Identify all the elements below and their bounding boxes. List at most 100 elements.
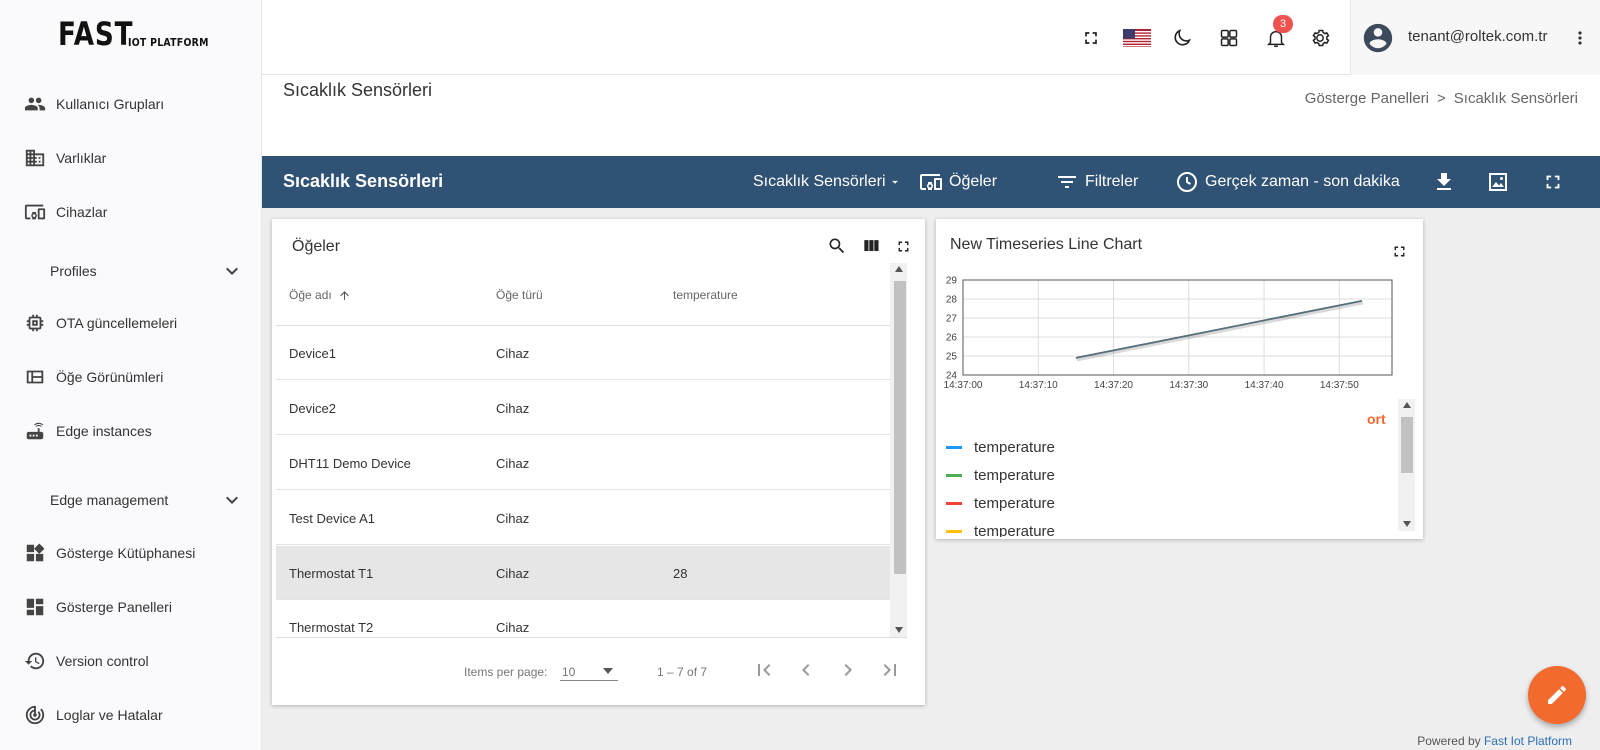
edit-dashboard-button[interactable] xyxy=(1528,666,1586,724)
table-row[interactable]: DHT11 Demo Device Cihaz xyxy=(276,436,890,490)
sidebar-item-dashboards[interactable]: Gösterge Panelleri xyxy=(0,587,262,627)
dashboard-fullscreen-button[interactable] xyxy=(1542,156,1570,208)
logo[interactable]: FAST IOT PLATFORM xyxy=(58,18,223,50)
timewindow-button[interactable]: Gerçek zaman - son dakika xyxy=(1175,156,1400,208)
us-flag-icon[interactable] xyxy=(1123,26,1151,50)
legend-item[interactable]: temperature xyxy=(946,439,1055,456)
sidebar-item-label: Cihazlar xyxy=(56,204,108,220)
x-tick-label: 14:37:50 xyxy=(1320,380,1359,391)
scroll-down-icon[interactable] xyxy=(895,627,903,633)
sidebar-item-label: Version control xyxy=(56,653,149,669)
cell-name: Device1 xyxy=(289,346,336,361)
table-scrollbar[interactable] xyxy=(890,263,907,637)
sidebar: FAST IOT PLATFORM Kullanıcı Grupları Var… xyxy=(0,0,262,750)
items-per-page-label: Items per page: xyxy=(464,665,548,679)
filter-list-icon xyxy=(1055,170,1085,194)
apps-grid-icon[interactable] xyxy=(1217,26,1241,50)
sidebar-item-logs-errors[interactable]: Loglar ve Hatalar xyxy=(0,695,262,735)
arrow-drop-down-icon xyxy=(888,175,908,189)
cell-type: Cihaz xyxy=(496,346,530,361)
page-title: Sıcaklık Sensörleri xyxy=(283,80,433,100)
fullscreen-icon xyxy=(1542,171,1570,193)
first-page-icon[interactable] xyxy=(752,658,776,682)
widget-title: New Timeseries Line Chart xyxy=(950,236,1143,253)
legend-item[interactable]: temperature xyxy=(946,495,1055,512)
sidebar-item-label: Gösterge Kütüphanesi xyxy=(56,545,196,561)
scroll-up-icon[interactable] xyxy=(895,266,903,272)
fullscreen-icon[interactable] xyxy=(1391,243,1408,260)
logo-main-text: FAST xyxy=(58,15,134,53)
sidebar-item-label: Edge instances xyxy=(56,423,152,439)
next-page-icon[interactable] xyxy=(836,658,860,682)
legend-header-avg: ort xyxy=(1367,411,1386,427)
series-line[interactable] xyxy=(1075,300,1363,359)
cell-temperature: 28 xyxy=(673,566,688,581)
powered-link[interactable]: Fast Iot Platform xyxy=(1484,734,1572,748)
breadcrumb-link-dashboards[interactable]: Gösterge Panelleri xyxy=(1305,90,1429,107)
legend-scrollbar[interactable] xyxy=(1398,399,1415,531)
table-row[interactable]: Test Device A1 Cihaz xyxy=(276,491,890,545)
table-row-selected[interactable]: Thermostat T1 Cihaz 28 xyxy=(276,546,890,600)
sidebar-item-entity-views[interactable]: Öğe Görünümleri xyxy=(0,357,262,397)
timewindow-label: Gerçek zaman - son dakika xyxy=(1205,173,1400,190)
account-circle-icon[interactable] xyxy=(1361,21,1395,55)
moon-icon[interactable] xyxy=(1170,26,1194,50)
edit-pencil-icon xyxy=(1545,683,1569,707)
page-header xyxy=(262,75,1600,156)
user-email[interactable]: tenant@roltek.com.tr xyxy=(1408,28,1547,45)
table-row[interactable]: Device2 Cihaz xyxy=(276,381,890,435)
plot-frame xyxy=(962,279,1393,376)
dashboard-state-select[interactable]: Sıcaklık Sensörleri xyxy=(753,156,908,208)
sidebar-item-user-groups[interactable]: Kullanıcı Grupları xyxy=(0,84,262,124)
filters-button[interactable]: Filtreler xyxy=(1055,156,1138,208)
items-per-page-select[interactable]: 10 xyxy=(560,659,618,681)
last-page-icon[interactable] xyxy=(878,658,902,682)
sidebar-item-widget-library[interactable]: Gösterge Kütüphanesi xyxy=(0,533,262,573)
scroll-thumb[interactable] xyxy=(1401,417,1413,473)
gear-icon[interactable] xyxy=(1308,26,1332,50)
table-row[interactable]: Device1 Cihaz xyxy=(276,326,890,380)
cell-type: Cihaz xyxy=(496,566,530,581)
x-tick-label: 14:37:10 xyxy=(1019,380,1058,391)
legend-label: temperature xyxy=(974,467,1055,484)
more-vert-icon[interactable] xyxy=(1568,26,1592,50)
sidebar-item-edge-instances[interactable]: Edge instances xyxy=(0,411,262,451)
legend-swatch xyxy=(946,446,962,449)
previous-page-icon[interactable] xyxy=(794,658,818,682)
legend-item[interactable]: temperature xyxy=(946,467,1055,484)
scroll-down-icon[interactable] xyxy=(1403,521,1411,527)
sidebar-item-version-control[interactable]: Version control xyxy=(0,641,262,681)
fullscreen-icon[interactable] xyxy=(1079,26,1103,50)
column-header-name[interactable]: Öğe adı xyxy=(289,288,351,302)
fullscreen-icon[interactable] xyxy=(895,238,912,255)
scroll-up-icon[interactable] xyxy=(1403,402,1411,408)
download-icon xyxy=(1432,170,1462,194)
scroll-thumb[interactable] xyxy=(894,281,906,574)
cell-type: Cihaz xyxy=(496,456,530,471)
sidebar-item-label: Gösterge Panelleri xyxy=(56,599,172,615)
line-chart[interactable]: 14:37:00 14:37:10 14:37:20 14:37:30 14:37:40… xyxy=(936,275,1406,401)
sidebar-item-ota-updates[interactable]: OTA güncellemeleri xyxy=(0,303,262,343)
search-icon[interactable] xyxy=(827,236,847,256)
sidebar-group-edge-management[interactable]: Edge management xyxy=(0,480,262,520)
entities-button[interactable]: Öğeler xyxy=(919,156,997,208)
sidebar-item-label: Edge management xyxy=(50,492,169,508)
export-image-button[interactable] xyxy=(1486,156,1516,208)
cell-name: Thermostat T2 xyxy=(289,620,374,635)
sidebar-item-assets[interactable]: Varlıklar xyxy=(0,138,262,178)
export-button[interactable] xyxy=(1432,156,1462,208)
router-icon xyxy=(23,419,47,443)
legend-swatch xyxy=(946,502,962,505)
cell-name: Device2 xyxy=(289,401,336,416)
view-column-icon[interactable] xyxy=(861,236,881,256)
image-icon xyxy=(1486,170,1516,194)
legend-item[interactable]: temperature xyxy=(946,523,1055,537)
clock-icon xyxy=(1175,170,1205,194)
dashboard-title: Sıcaklık Sensörleri xyxy=(283,171,444,191)
sidebar-group-profiles[interactable]: Profiles xyxy=(0,251,262,291)
column-header-type[interactable]: Öğe türü xyxy=(496,288,543,302)
column-header-temperature[interactable]: temperature xyxy=(673,288,738,302)
table-row[interactable]: Thermostat T2 Cihaz xyxy=(276,601,890,637)
sidebar-item-devices[interactable]: Cihazlar xyxy=(0,192,262,232)
breadcrumb-current: Sıcaklık Sensörleri xyxy=(1453,90,1578,107)
